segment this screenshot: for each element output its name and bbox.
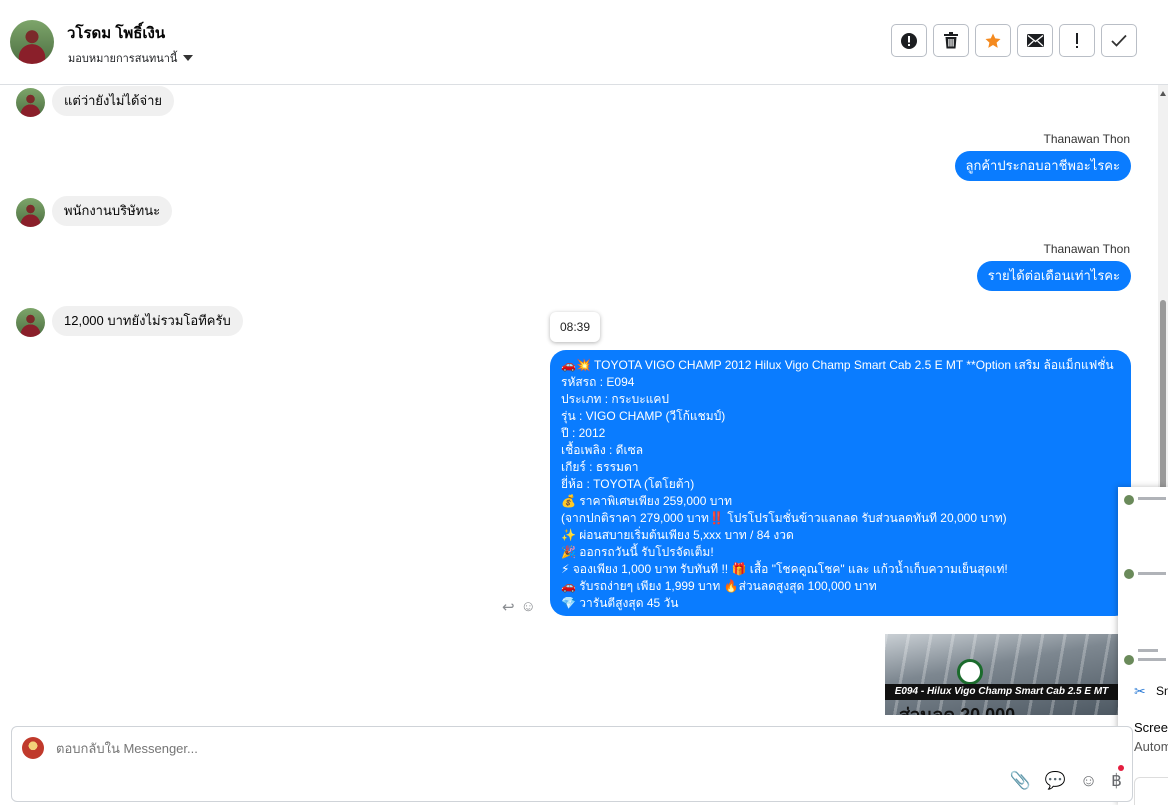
reply-input[interactable] (56, 741, 956, 756)
outgoing-message: รายได้ต่อเดือนเท่าไรคะ (976, 261, 1131, 291)
dealer-logo (957, 659, 983, 685)
sender-name: Thanawan Thon (1043, 132, 1130, 146)
listing-line: เชื้อเพลิง : ดีเซล (561, 443, 644, 457)
listing-line: เกียร์ : ธรรมดา (561, 460, 639, 474)
listing-line: รุ่น : VIGO CHAMP (วีโก้แชมป์) (561, 409, 726, 423)
photo-price: ส่วนลด 20,000 (899, 705, 1016, 715)
listing-line: 💎 วารันตีสูงสุด 45 วัน (561, 596, 679, 610)
done-button[interactable] (1101, 24, 1137, 57)
message-timestamp: 08:39 (550, 312, 600, 342)
contact-avatar-small (16, 88, 45, 117)
thumbnail-line (1138, 497, 1166, 500)
incoming-message: แต่ว่ายังไม่ได้จ่าย (52, 86, 175, 116)
listing-line: รหัสรถ : E094 (561, 375, 635, 389)
alert-circle-icon (901, 32, 917, 49)
listing-line: ⚡ จองเพียง 1,000 บาท รับทันที !! 🎁 เสื้อ… (561, 562, 1008, 576)
thumbnail-line (1138, 649, 1158, 652)
snip-heading: Scree (1134, 720, 1168, 735)
outgoing-message: ลูกค้าประกอบอาชีพอะไรคะ (954, 151, 1131, 181)
thumbnail-avatar (1124, 495, 1134, 505)
listing-line: 🚗💥 TOYOTA VIGO CHAMP 2012 Hilux Vigo Cha… (561, 358, 1114, 372)
conversation-toolbar (891, 24, 1137, 57)
composer-tools: 📎 💬 ☺ ฿ (1009, 771, 1122, 791)
car-photo-attachment[interactable]: E094 - Hilux Vigo Champ Smart Cab 2.5 E … (885, 634, 1118, 715)
thumbnail-line (1138, 572, 1166, 575)
sender-name: Thanawan Thon (1043, 242, 1130, 256)
contact-avatar[interactable] (10, 20, 54, 64)
saved-replies-icon[interactable]: 💬 (1045, 771, 1066, 791)
listing-message: 🚗💥 TOYOTA VIGO CHAMP 2012 Hilux Vigo Cha… (550, 350, 1131, 616)
listing-line: ประเภท : กระบะแคป (561, 392, 670, 406)
listing-line: (จากปกติราคา 279,000 บาท‼️ โปรโปรโมชั่นข… (561, 511, 1007, 525)
emoji-icon[interactable]: ☺ (1080, 771, 1097, 791)
contact-avatar-small (16, 198, 45, 227)
thumbnail-avatar (1124, 569, 1134, 579)
listing-line: 🎉 ออกรถวันนี้ รับโปรจัดเต็ม! (561, 545, 714, 559)
listing-line: 🚗 รับรถง่ายๆ เพียง 1,999 บาท 🔥ส่วนลดสูงส… (561, 579, 877, 593)
star-button[interactable] (975, 24, 1011, 57)
exclamation-icon (1076, 32, 1078, 48)
snip-title: Sn (1156, 684, 1168, 698)
chevron-down-icon (183, 55, 194, 61)
photo-banner: E094 - Hilux Vigo Champ Smart Cab 2.5 E … (885, 684, 1118, 700)
mark-spam-button[interactable] (891, 24, 927, 57)
listing-line: ยี่ห้อ : TOYOTA (โตโยต้า) (561, 477, 695, 491)
checkmark-icon (1111, 34, 1127, 47)
listing-line: 💰 ราคาพิเศษเพียง 259,000 บาท (561, 494, 732, 508)
scroll-thumb[interactable] (1160, 300, 1166, 500)
assign-label: มอบหมายการสนทนานี้ (68, 53, 178, 65)
scroll-up-arrow-icon[interactable] (1160, 91, 1166, 96)
incoming-message: พนักงานบริษัทนะ (52, 196, 173, 226)
notification-dot (1118, 765, 1124, 771)
conversation-header: วโรดม โพธิ์เงิน มอบหมายการสนทนานี้ (0, 0, 1168, 85)
emoji-react-icon[interactable]: ☺ (521, 598, 536, 616)
thumbnail-line (1138, 658, 1166, 661)
payment-baht-icon[interactable]: ฿ (1111, 771, 1122, 791)
delete-button[interactable] (933, 24, 969, 57)
trash-icon (944, 32, 958, 49)
message-actions: ↩ ☺ (502, 598, 536, 616)
incoming-message: 12,000 บาทยังไม่รวมโอทีครับ (52, 306, 243, 336)
star-icon (985, 33, 1001, 48)
scissors-icon: ✂ (1134, 683, 1146, 699)
snip-subtext: Autom (1134, 739, 1168, 754)
contact-avatar-small (16, 308, 45, 337)
reply-composer: 📎 💬 ☺ ฿ (11, 726, 1133, 802)
page-avatar (22, 737, 44, 759)
follow-up-button[interactable] (1059, 24, 1095, 57)
message-thread[interactable]: แต่ว่ายังไม่ได้จ่าย Thanawan Thon ลูกค้า… (0, 85, 1158, 715)
attachment-icon[interactable]: 📎 (1009, 771, 1030, 791)
contact-name[interactable]: วโรดม โพธิ์เงิน (67, 21, 165, 45)
snip-preview-box[interactable] (1134, 777, 1168, 805)
envelope-icon (1026, 34, 1044, 47)
reply-icon[interactable]: ↩ (502, 598, 515, 616)
listing-line: ✨ ผ่อนสบายเริ่มต้นเพียง 5,xxx บาท / 84 ง… (561, 528, 794, 542)
assign-conversation-dropdown[interactable]: มอบหมายการสนทนานี้ (68, 49, 194, 67)
mark-unread-button[interactable] (1017, 24, 1053, 57)
listing-line: ปี : 2012 (561, 426, 606, 440)
thumbnail-avatar (1124, 655, 1134, 665)
